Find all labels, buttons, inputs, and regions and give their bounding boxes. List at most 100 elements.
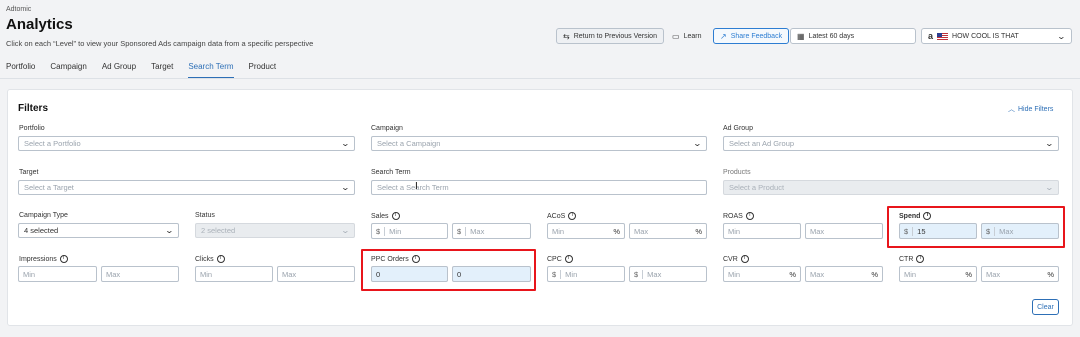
account-name: HOW COOL IS THAT [952, 32, 1019, 40]
campaign-type-label: Campaign Type [19, 212, 68, 219]
spend-min-value: 15 [917, 226, 926, 236]
cpc-min-placeholder: Min [565, 269, 578, 279]
campaign-type-select[interactable]: 4 selected ⌄ [18, 223, 179, 238]
spend-max-input[interactable]: $ Max [981, 223, 1059, 239]
roas-label-text: ROAS [723, 212, 743, 220]
chevron-down-icon: ⌄ [1044, 183, 1055, 192]
clicks-max-input[interactable]: Max [277, 266, 355, 282]
dollar-prefix: $ [376, 226, 386, 236]
percent-suffix: % [789, 269, 796, 279]
status-select[interactable]: 2 selected ⌄ [195, 223, 355, 238]
percent-suffix: % [1047, 269, 1054, 279]
info-icon[interactable]: i [411, 255, 420, 263]
acos-label: ACoS i [547, 212, 577, 220]
cvr-label: CVR i [723, 255, 749, 263]
sales-min-input[interactable]: $ Min [371, 223, 448, 239]
tab-portfolio[interactable]: Portfolio [6, 62, 35, 79]
spend-min-input[interactable]: $15 [899, 223, 977, 239]
percent-suffix: % [871, 269, 878, 279]
cvr-min-input[interactable]: Min% [723, 266, 801, 282]
impressions-max-input[interactable]: Max [101, 266, 179, 282]
chevron-down-icon: ⌄ [1044, 139, 1055, 148]
text-cursor-icon: I [415, 181, 418, 192]
hide-filters-button[interactable]: ︿ Hide Filters [1008, 104, 1053, 114]
ad-group-select[interactable]: Select an Ad Group ⌄ [723, 136, 1059, 151]
info-icon[interactable]: i [568, 212, 577, 220]
clicks-min-placeholder: Min [200, 269, 213, 279]
impressions-min-placeholder: Min [23, 269, 36, 279]
clicks-label: Clicks i [195, 255, 225, 263]
sales-min-placeholder: Min [389, 226, 402, 236]
cvr-label-text: CVR [723, 255, 738, 263]
sales-label: Sales i [371, 212, 400, 220]
impressions-min-input[interactable]: Min [18, 266, 97, 282]
chevron-down-icon: ⌄ [340, 183, 351, 192]
cpc-min-input[interactable]: $ Min [547, 266, 625, 282]
status-value: 2 selected [201, 226, 236, 235]
chevron-down-icon: ⌄ [164, 226, 175, 235]
cpc-label: CPC i [547, 255, 573, 263]
ppc-orders-min-input[interactable]: 0 [371, 266, 448, 282]
info-icon[interactable]: i [740, 255, 749, 263]
chevron-down-icon: ⌄ [340, 139, 351, 148]
ad-group-placeholder: Select an Ad Group [729, 139, 795, 148]
chevron-down-icon: ⌄ [1056, 31, 1067, 41]
search-term-placeholder: Select a Search Term [377, 183, 449, 192]
info-icon[interactable]: i [923, 212, 932, 220]
info-icon[interactable]: i [564, 255, 573, 263]
ppc-orders-max-value: 0 [457, 269, 462, 279]
sales-max-placeholder: Max [470, 226, 485, 236]
amazon-logo: a [928, 31, 934, 41]
cvr-max-placeholder: Max [810, 269, 825, 279]
return-previous-label: Return to Previous Version [573, 32, 657, 40]
info-icon[interactable]: i [916, 255, 925, 263]
cpc-max-input[interactable]: $ Max [629, 266, 707, 282]
account-selector[interactable]: a HOW COOL IS THAT ⌄ [921, 28, 1072, 44]
roas-min-input[interactable]: Min [723, 223, 801, 239]
tab-search-term[interactable]: Search Term [188, 62, 234, 79]
campaign-select[interactable]: Select a Campaign ⌄ [371, 136, 707, 151]
search-term-label: Search Term [371, 169, 411, 176]
info-icon[interactable]: i [391, 212, 400, 220]
target-label: Target [19, 169, 39, 176]
acos-max-input[interactable]: Max% [629, 223, 707, 239]
campaign-label: Campaign [371, 125, 403, 132]
target-select[interactable]: Select a Target ⌄ [18, 180, 355, 195]
tab-ad-group[interactable]: Ad Group [102, 62, 136, 79]
products-select[interactable]: Select a Product ⌄ [723, 180, 1059, 195]
info-icon[interactable]: i [216, 255, 225, 263]
return-previous-button[interactable]: ⇆ Return to Previous Version [556, 28, 664, 44]
acos-min-input[interactable]: Min% [547, 223, 625, 239]
clicks-label-text: Clicks [195, 255, 214, 263]
share-feedback-button[interactable]: ↗ Share Feedback [713, 28, 790, 44]
info-icon[interactable]: i [745, 212, 754, 220]
date-range-picker[interactable]: ▦ Latest 60 days [790, 28, 916, 44]
spend-label: Spend i [899, 212, 932, 220]
tab-campaign[interactable]: Campaign [50, 62, 86, 79]
cpc-max-placeholder: Max [647, 269, 662, 279]
dollar-prefix: $ [457, 226, 467, 236]
sales-max-input[interactable]: $ Max [452, 223, 531, 239]
clear-filters-button[interactable]: Clear [1032, 299, 1059, 315]
tab-product[interactable]: Product [249, 62, 277, 79]
ctr-max-input[interactable]: Max% [981, 266, 1059, 282]
roas-max-placeholder: Max [810, 226, 825, 236]
ctr-min-placeholder: Min [904, 269, 917, 279]
learn-button[interactable]: ▭ Learn [665, 28, 708, 44]
ppc-orders-max-input[interactable]: 0 [452, 266, 531, 282]
clicks-min-input[interactable]: Min [195, 266, 273, 282]
info-icon[interactable]: i [59, 255, 68, 263]
tab-target[interactable]: Target [151, 62, 173, 79]
search-term-input[interactable]: Select a Search Term [371, 180, 707, 195]
dollar-prefix: $ [634, 269, 644, 279]
ctr-label: CTR i [899, 255, 925, 263]
swap-icon: ⇆ [563, 31, 570, 41]
portfolio-select[interactable]: Select a Portfolio ⌄ [18, 136, 355, 151]
acos-min-placeholder: Min [552, 226, 565, 236]
us-flag-icon [937, 32, 949, 40]
roas-max-input[interactable]: Max [805, 223, 883, 239]
ctr-min-input[interactable]: Min% [899, 266, 977, 282]
page-subtitle: Click on each “Level” to view your Spons… [6, 39, 314, 48]
roas-label: ROAS i [723, 212, 754, 220]
cvr-max-input[interactable]: Max% [805, 266, 883, 282]
